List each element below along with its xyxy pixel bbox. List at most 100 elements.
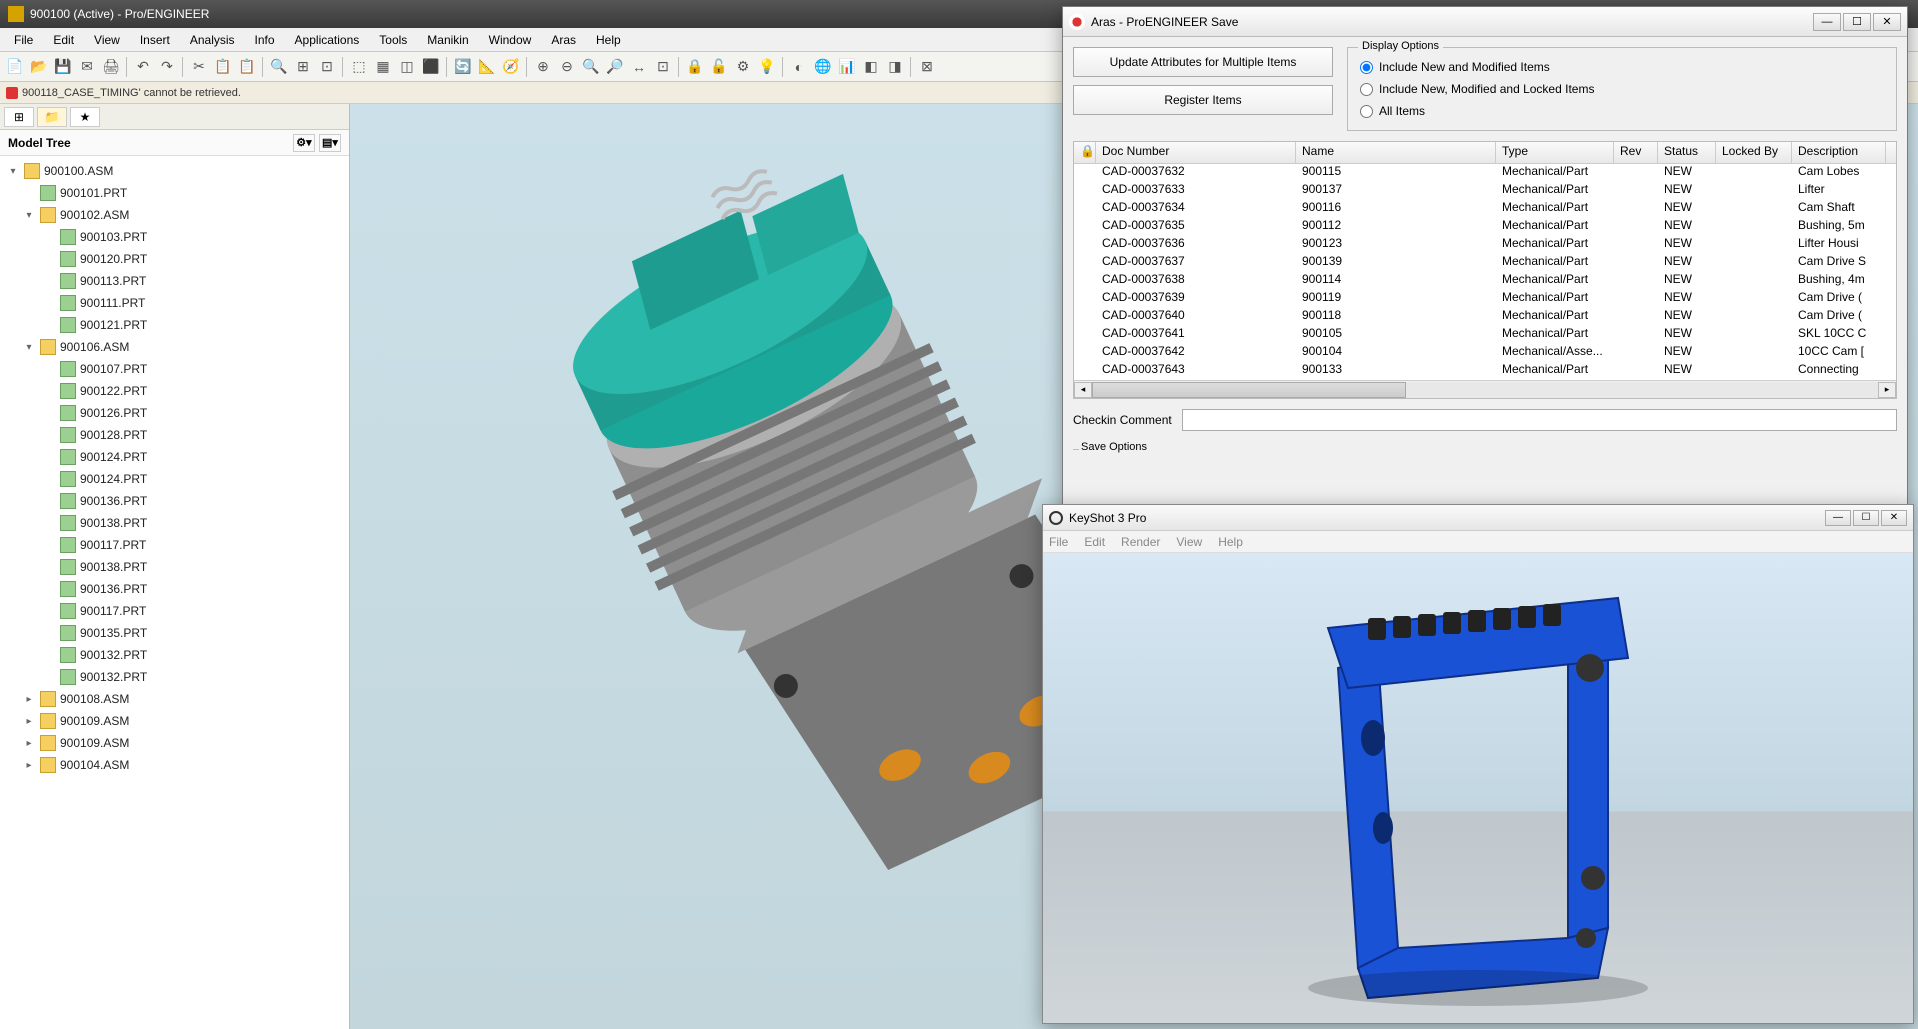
model-tree[interactable]: ▾900100.ASM900101.PRT▾900102.ASM900103.P…	[0, 156, 349, 1029]
col-status[interactable]: Status	[1658, 142, 1716, 163]
toolbar-icon-26[interactable]: ⊕	[532, 56, 554, 78]
toolbar-icon-11[interactable]: 📋	[236, 56, 258, 78]
tree-node[interactable]: 900120.PRT	[2, 248, 347, 270]
grid-row[interactable]: CAD-00037638900114Mechanical/PartNEWBush…	[1074, 272, 1896, 290]
menu-analysis[interactable]: Analysis	[180, 31, 245, 49]
col-doc-number[interactable]: Doc Number	[1096, 142, 1296, 163]
ks-menu-edit[interactable]: Edit	[1084, 535, 1105, 549]
menu-file[interactable]: File	[4, 31, 43, 49]
tree-node[interactable]: 900103.PRT	[2, 226, 347, 248]
ks-menu-render[interactable]: Render	[1121, 535, 1160, 549]
toolbar-icon-33[interactable]: 🔒	[684, 56, 706, 78]
tree-node[interactable]: 900132.PRT	[2, 644, 347, 666]
grid-row[interactable]: CAD-00037640900118Mechanical/PartNEWCam …	[1074, 308, 1896, 326]
sidebar-tab-2[interactable]: 📁	[37, 107, 67, 127]
menu-edit[interactable]: Edit	[43, 31, 84, 49]
tree-node[interactable]: 900136.PRT	[2, 490, 347, 512]
toolbar-icon-31[interactable]: ⊡	[652, 56, 674, 78]
scroll-track[interactable]	[1092, 382, 1878, 398]
tree-node[interactable]: ▾900100.ASM	[2, 160, 347, 182]
grid-row[interactable]: CAD-00037641900105Mechanical/PartNEWSKL …	[1074, 326, 1896, 344]
tree-show-icon[interactable]: ▤▾	[319, 134, 341, 152]
grid-row[interactable]: CAD-00037639900119Mechanical/PartNEWCam …	[1074, 290, 1896, 308]
checkin-comment-input[interactable]	[1182, 409, 1897, 431]
tree-node[interactable]: 900124.PRT	[2, 468, 347, 490]
ks-minimize-button[interactable]: —	[1825, 510, 1851, 526]
toolbar-icon-39[interactable]: 🌐	[812, 56, 834, 78]
menu-aras[interactable]: Aras	[541, 31, 586, 49]
toolbar-icon-13[interactable]: 🔍	[268, 56, 290, 78]
toolbar-icon-20[interactable]: ⬛	[420, 56, 442, 78]
toolbar-icon-42[interactable]: ◨	[884, 56, 906, 78]
tree-node[interactable]: 900122.PRT	[2, 380, 347, 402]
collapse-icon[interactable]: ▾	[22, 210, 36, 221]
grid-row[interactable]: CAD-00037632900115Mechanical/PartNEWCam …	[1074, 164, 1896, 182]
grid-row[interactable]: CAD-00037634900116Mechanical/PartNEWCam …	[1074, 200, 1896, 218]
toolbar-icon-19[interactable]: ◫	[396, 56, 418, 78]
radio-include-new-modified[interactable]: Include New and Modified Items	[1360, 56, 1884, 78]
toolbar-icon-3[interactable]: ✉	[76, 56, 98, 78]
ks-menu-view[interactable]: View	[1176, 535, 1202, 549]
tree-node[interactable]: ▸900104.ASM	[2, 754, 347, 776]
toolbar-icon-18[interactable]: ▦	[372, 56, 394, 78]
grid-row[interactable]: CAD-00037637900139Mechanical/PartNEWCam …	[1074, 254, 1896, 272]
register-items-button[interactable]: Register Items	[1073, 85, 1333, 115]
tree-node[interactable]: ▾900106.ASM	[2, 336, 347, 358]
toolbar-icon-29[interactable]: 🔎	[604, 56, 626, 78]
ks-maximize-button[interactable]: ☐	[1853, 510, 1879, 526]
ks-menu-file[interactable]: File	[1049, 535, 1068, 549]
toolbar-icon-22[interactable]: 🔄	[452, 56, 474, 78]
grid-body[interactable]: CAD-00037632900115Mechanical/PartNEWCam …	[1074, 164, 1896, 380]
toolbar-icon-6[interactable]: ↶	[132, 56, 154, 78]
grid-row[interactable]: CAD-00037636900123Mechanical/PartNEWLift…	[1074, 236, 1896, 254]
close-button[interactable]: ✕	[1873, 13, 1901, 31]
toolbar-icon-36[interactable]: 💡	[756, 56, 778, 78]
sidebar-tab-3[interactable]: ★	[70, 107, 100, 127]
tree-node[interactable]: 900101.PRT	[2, 182, 347, 204]
toolbar-icon-7[interactable]: ↷	[156, 56, 178, 78]
col-type[interactable]: Type	[1496, 142, 1614, 163]
toolbar-icon-10[interactable]: 📋	[212, 56, 234, 78]
expand-icon[interactable]: ▸	[22, 738, 36, 749]
grid-row[interactable]: CAD-00037635900112Mechanical/PartNEWBush…	[1074, 218, 1896, 236]
tree-node[interactable]: 900111.PRT	[2, 292, 347, 314]
col-name[interactable]: Name	[1296, 142, 1496, 163]
col-description[interactable]: Description	[1792, 142, 1886, 163]
update-attributes-button[interactable]: Update Attributes for Multiple Items	[1073, 47, 1333, 77]
toolbar-icon-44[interactable]: ⊠	[916, 56, 938, 78]
expand-icon[interactable]: ▸	[22, 694, 36, 705]
tree-node[interactable]: 900136.PRT	[2, 578, 347, 600]
tree-node[interactable]: 900117.PRT	[2, 534, 347, 556]
grid-hscroll[interactable]: ◂ ▸	[1074, 380, 1896, 398]
tree-node[interactable]: ▸900109.ASM	[2, 732, 347, 754]
menu-manikin[interactable]: Manikin	[417, 31, 478, 49]
expand-icon[interactable]: ▸	[22, 760, 36, 771]
menu-applications[interactable]: Applications	[285, 31, 370, 49]
grid-row[interactable]: CAD-00037642900104Mechanical/Asse...NEW1…	[1074, 344, 1896, 362]
toolbar-icon-2[interactable]: 💾	[52, 56, 74, 78]
menu-view[interactable]: View	[84, 31, 130, 49]
toolbar-icon-35[interactable]: ⚙	[732, 56, 754, 78]
col-lock-icon[interactable]: 🔒	[1074, 142, 1096, 163]
tree-node[interactable]: ▸900109.ASM	[2, 710, 347, 732]
scroll-thumb[interactable]	[1092, 382, 1406, 398]
tree-settings-icon[interactable]: ⚙▾	[293, 134, 315, 152]
toolbar-icon-30[interactable]: ↔	[628, 56, 650, 78]
menu-insert[interactable]: Insert	[130, 31, 180, 49]
tree-node[interactable]: ▾900102.ASM	[2, 204, 347, 226]
maximize-button[interactable]: ☐	[1843, 13, 1871, 31]
tree-node[interactable]: 900135.PRT	[2, 622, 347, 644]
tree-node[interactable]: 900117.PRT	[2, 600, 347, 622]
scroll-right-button[interactable]: ▸	[1878, 382, 1896, 398]
collapse-icon[interactable]: ▾	[22, 342, 36, 353]
toolbar-icon-17[interactable]: ⬚	[348, 56, 370, 78]
tree-node[interactable]: 900138.PRT	[2, 556, 347, 578]
tree-node[interactable]: 900113.PRT	[2, 270, 347, 292]
toolbar-icon-41[interactable]: ◧	[860, 56, 882, 78]
toolbar-icon-34[interactable]: 🔓	[708, 56, 730, 78]
toolbar-icon-24[interactable]: 🧭	[500, 56, 522, 78]
radio-include-new-modified-locked[interactable]: Include New, Modified and Locked Items	[1360, 78, 1884, 100]
scroll-left-button[interactable]: ◂	[1074, 382, 1092, 398]
tree-node[interactable]: 900132.PRT	[2, 666, 347, 688]
toolbar-icon-4[interactable]: 🖨	[100, 56, 122, 78]
